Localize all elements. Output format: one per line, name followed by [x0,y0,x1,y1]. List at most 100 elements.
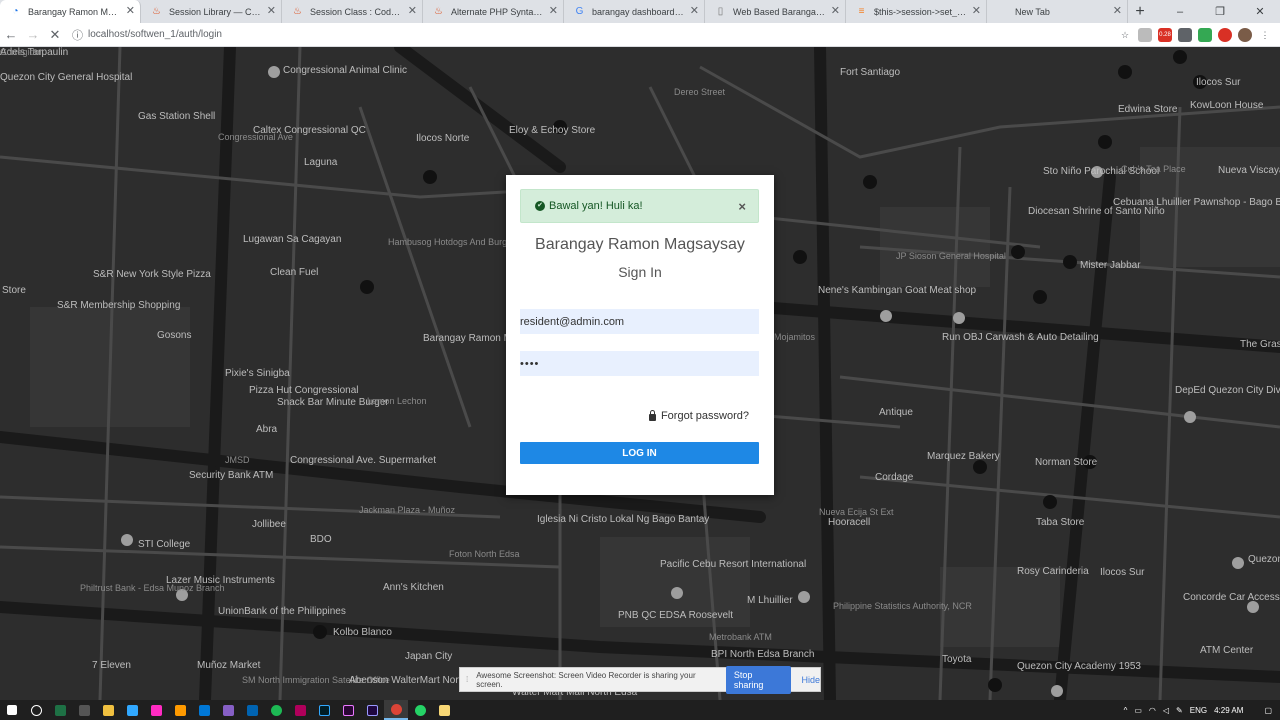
map-label: Congressional Ave. Supermarket [290,455,437,466]
tab-close-icon[interactable]: ✕ [690,5,699,17]
close-window-button[interactable]: ✕ [1240,0,1280,23]
browser-tab[interactable]: Gbarangay dashboard - Goo ✕ [564,0,705,23]
map-label: Nueva Viscaya [1218,165,1280,176]
illustrator-icon[interactable] [168,700,192,720]
browser-tab[interactable]: ♨ Session Library — CodeIgniter ✕ [141,0,282,23]
map-label: Congressional Animal Clinic [283,65,407,76]
language-indicator[interactable]: ENG [1190,706,1207,715]
map-label: Antique [879,407,913,418]
file-explorer-icon[interactable] [96,700,120,720]
premiere-icon[interactable] [336,700,360,720]
opera-icon[interactable] [1218,27,1232,42]
browser-tab[interactable]: ♨ Alternate PHP Syntax for Vi ✕ [423,0,564,23]
map-label: Lazer Music Instruments [166,575,275,586]
volume-icon[interactable]: ◁ [1163,706,1169,715]
drag-handle-icon[interactable]: ⁞ [466,675,468,684]
map-label: Quezon City Academy 1953 [1017,661,1141,672]
tab-close-icon[interactable]: ✕ [831,5,840,17]
url-text[interactable]: localhost/softwen_1/auth/login [88,29,222,40]
map-label: Lugawan Sa Cagayan [243,234,342,245]
hide-button[interactable]: Hide [801,675,820,685]
xd-icon[interactable] [144,700,168,720]
map-label: Concorde Car Accessories Center [1183,592,1280,603]
pen-icon[interactable]: ✎ [1176,706,1183,715]
map-label: Quezon Interior [1248,554,1280,565]
browser-tab[interactable]: ▯ Web Based Barangay Mana ✕ [705,0,846,23]
login-button[interactable]: LOG IN [520,442,759,464]
tray-arrow-icon[interactable]: ^ [1124,706,1128,715]
codeigniter-icon: ♨ [152,6,161,17]
tab-close-icon[interactable]: ✕ [972,5,981,17]
tab-close-icon[interactable]: ✕ [1113,5,1122,17]
map-label: Pizza Hut Congressional [249,385,359,396]
map-label: STI College [138,539,191,550]
forgot-password-link[interactable]: Forgot password? [648,409,749,422]
codeigniter-icon: ♨ [293,6,302,17]
map-label: Hooracell [828,517,871,528]
stop-loading-button[interactable]: ✕ [44,23,66,47]
folder-icon[interactable] [432,700,456,720]
minimize-button[interactable]: – [1160,0,1200,23]
whatsapp-icon[interactable] [408,700,432,720]
clock[interactable]: 4:29 AM [1214,706,1243,715]
address-bar[interactable]: ⓘ localhost/softwen_1/auth/login [72,25,1082,45]
search-icon[interactable] [24,700,48,720]
tab-close-icon[interactable]: ✕ [126,5,135,17]
app-pink-icon[interactable] [288,700,312,720]
extension-badge-icon[interactable]: 0.28 [1158,27,1172,42]
triangle-app-icon[interactable] [72,700,96,720]
forward-button[interactable]: → [22,23,44,47]
excel-icon[interactable] [48,700,72,720]
browser-tab[interactable]: ≡ $this->session->set_flashd ✕ [846,0,987,23]
multicolor-extension-icon[interactable] [1198,27,1212,42]
map-label: Ilocos Norte [416,133,470,144]
pocket-icon[interactable] [1178,27,1192,42]
spotify-icon[interactable] [264,700,288,720]
notifications-icon[interactable]: ▢ [1264,706,1272,715]
browser-tab[interactable]: ◔ Barangay Ramon Magsaysay ✕ [0,0,141,23]
forgot-password-label[interactable]: Forgot password? [661,410,749,422]
info-icon[interactable]: ⓘ [72,27,88,43]
tab-label: $this->session->set_flashd [874,6,968,17]
alert-close-button[interactable]: × [738,199,746,214]
menu-icon[interactable]: ⋮ [1258,28,1272,42]
tab-label: Session Library — CodeIgniter [169,6,263,17]
restore-button[interactable]: ❐ [1200,0,1240,23]
browser-tab[interactable]: ♨ Session Class : CodeIgniter ✕ [282,0,423,23]
map-label: Pacific Cebu Resort International [660,559,807,570]
tab-close-icon[interactable]: ✕ [267,5,276,17]
map-label: Jackman Plaza - Muñoz [359,505,456,515]
lightroom-icon[interactable] [120,700,144,720]
browser-tab[interactable]: New Tab ✕ [987,0,1128,23]
map-label: Japan City [405,651,453,662]
map-label: Mojamitos [774,332,816,342]
brand-title: Barangay Ramon Magsaysay [535,236,745,253]
visual-studio-icon[interactable] [216,700,240,720]
map-label: Security Bank ATM [189,470,274,481]
profile-avatar-icon[interactable] [1238,27,1252,42]
chrome-icon[interactable] [384,700,408,720]
stop-sharing-button[interactable]: Stop sharing [725,665,792,694]
map-label: Rosy Carinderia [1017,566,1089,577]
start-icon[interactable] [0,700,24,720]
app-blue-icon[interactable] [240,700,264,720]
vscode-icon[interactable] [192,700,216,720]
extension-icon[interactable] [1138,27,1152,42]
page-icon: ▯ [717,6,724,17]
tab-close-icon[interactable]: ✕ [549,5,558,17]
map-label: Taba Store [1036,517,1085,528]
tab-close-icon[interactable]: ✕ [408,5,417,17]
tab-label: Alternate PHP Syntax for Vi [451,6,545,17]
email-input[interactable]: resident@admin.com [520,309,759,334]
new-tab-button[interactable]: + [1128,0,1152,23]
wifi-icon[interactable]: ◠ [1149,706,1156,715]
back-button[interactable]: ← [0,23,22,47]
system-tray: ^ ▭ ◠ ◁ ✎ ENG 4:29 AM ▢ [1124,706,1280,715]
after-effects-icon[interactable] [360,700,384,720]
photoshop-icon[interactable] [312,700,336,720]
bookmark-star-icon[interactable]: ☆ [1118,28,1132,42]
google-icon: G [575,6,584,17]
windows-taskbar: ^ ▭ ◠ ◁ ✎ ENG 4:29 AM ▢ [0,700,1280,720]
password-input[interactable]: •••• [520,351,759,376]
battery-icon[interactable]: ▭ [1134,706,1142,715]
